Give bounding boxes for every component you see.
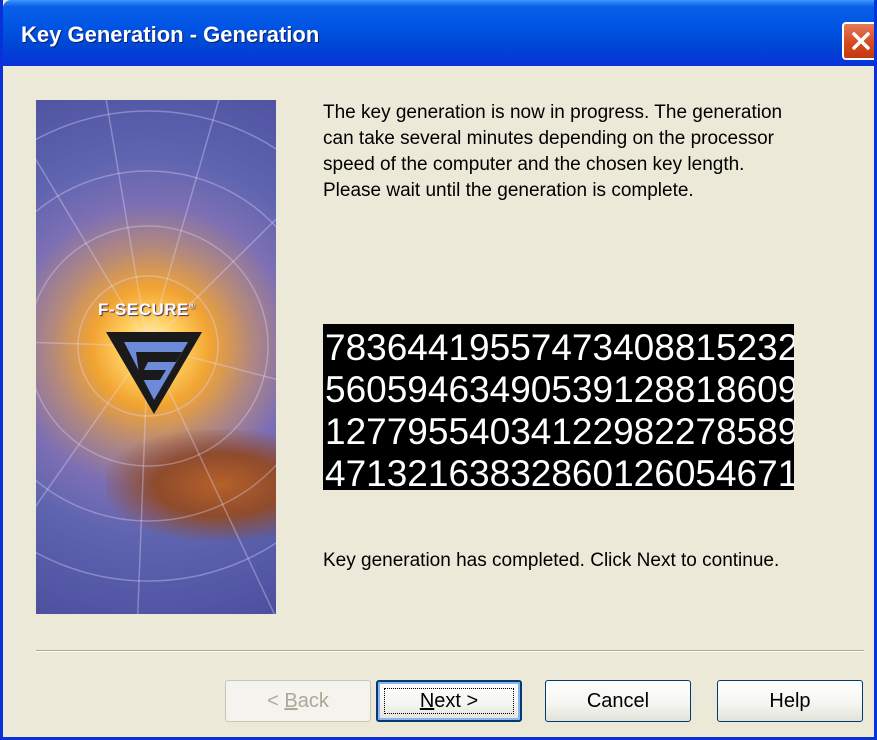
- window-title: Key Generation - Generation: [21, 22, 320, 47]
- f-secure-banner-image: F-SECURE®: [36, 100, 276, 614]
- back-button[interactable]: < Back: [225, 680, 371, 722]
- next-button[interactable]: Next >: [376, 680, 522, 722]
- focus-rectangle: [384, 688, 514, 714]
- f-secure-logo-text: F-SECURE®: [98, 300, 196, 319]
- dialog-body: F-SECURE® The key generation is now in p…: [3, 66, 874, 737]
- key-random-display: 78364419557473408815232 5605946349053912…: [323, 324, 794, 490]
- key-line: 12779554034122982278589: [325, 411, 794, 452]
- completion-status: Key generation has completed. Click Next…: [323, 550, 780, 571]
- close-icon: [852, 32, 870, 50]
- f-secure-logo-icon: [106, 332, 202, 414]
- generation-description: The key generation is now in progress. T…: [323, 102, 783, 201]
- cancel-button[interactable]: Cancel: [545, 680, 691, 722]
- button-divider: [36, 650, 864, 652]
- key-line: 47132163832860126054671: [325, 453, 794, 490]
- key-line: 56059463490539128818609: [325, 369, 794, 410]
- title-bar[interactable]: Key Generation - Generation: [3, 0, 874, 66]
- key-line: 78364419557473408815232: [325, 327, 794, 368]
- close-button[interactable]: [842, 22, 874, 60]
- help-button[interactable]: Help: [717, 680, 863, 722]
- key-generation-dialog: Key Generation - Generation F-SECURE® Th…: [0, 0, 877, 740]
